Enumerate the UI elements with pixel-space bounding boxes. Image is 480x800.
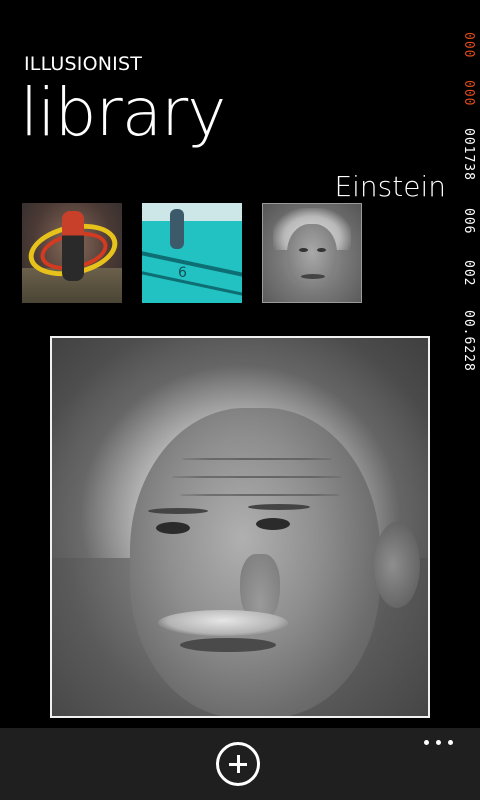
ear <box>374 522 420 608</box>
forehead-wrinkle <box>182 458 332 460</box>
thumbnail-eye-left <box>299 248 308 252</box>
status-segment: 006 <box>461 208 476 235</box>
eye-right <box>256 518 290 530</box>
thumbnail-person <box>170 209 184 249</box>
thumbnail-soccer[interactable] <box>22 203 122 303</box>
ellipsis-dot <box>424 740 429 745</box>
eye-left <box>156 522 190 534</box>
thumbnail-lane-number: 6 <box>178 265 187 281</box>
thumbnail-eye-right <box>317 248 326 252</box>
status-segment: 000 <box>461 32 476 59</box>
more-button[interactable] <box>424 732 458 752</box>
thumbnail-mouth <box>301 274 325 279</box>
status-segment: 00.6228 <box>461 310 476 372</box>
status-segment: 002 <box>461 260 476 287</box>
brow-left <box>148 508 208 514</box>
status-segment: 000 <box>461 80 476 107</box>
ellipsis-dot <box>448 740 453 745</box>
forehead-wrinkle <box>180 494 340 496</box>
add-icon-vertical <box>237 755 240 773</box>
brow-right <box>248 504 310 510</box>
status-bar: 000 000 001738 006 002 00.6228 <box>458 28 480 398</box>
selected-item-name: Einstein <box>334 170 446 203</box>
add-button[interactable] <box>216 742 260 786</box>
thumbnail-einstein[interactable] <box>262 203 362 303</box>
forehead-wrinkle <box>172 476 342 478</box>
ellipsis-dot <box>436 740 441 745</box>
thumbnail-lane-line-2 <box>142 269 242 300</box>
mustache <box>158 610 288 636</box>
mouth <box>180 638 276 652</box>
app-bar <box>0 728 480 800</box>
thumbnail-pool[interactable]: 6 <box>142 203 242 303</box>
preview-image[interactable] <box>50 336 430 718</box>
thumbnail-figure <box>62 211 84 281</box>
status-segment: 001738 <box>461 128 476 181</box>
thumbnail-strip: 6 <box>22 203 362 303</box>
page-title: library <box>20 74 226 151</box>
app-title: ILLUSIONIST <box>24 53 143 75</box>
